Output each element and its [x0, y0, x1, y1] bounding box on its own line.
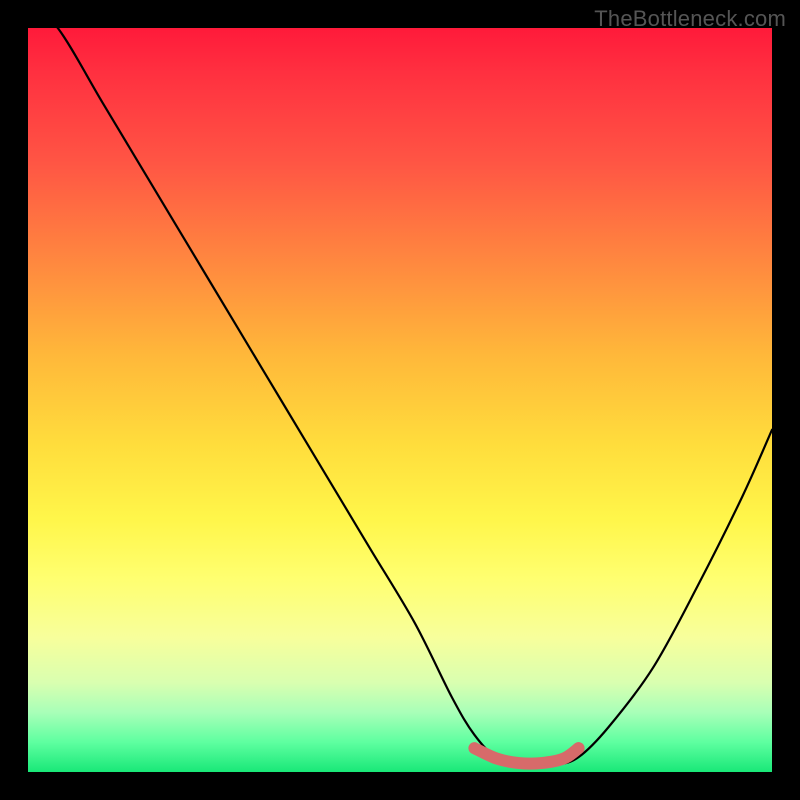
highlight-end-dot — [573, 742, 585, 754]
chart-frame: TheBottleneck.com — [0, 0, 800, 800]
optimal-range-highlight — [474, 748, 578, 763]
plot-area — [28, 28, 772, 772]
curve-svg — [28, 28, 772, 772]
bottleneck-curve — [28, 28, 772, 765]
